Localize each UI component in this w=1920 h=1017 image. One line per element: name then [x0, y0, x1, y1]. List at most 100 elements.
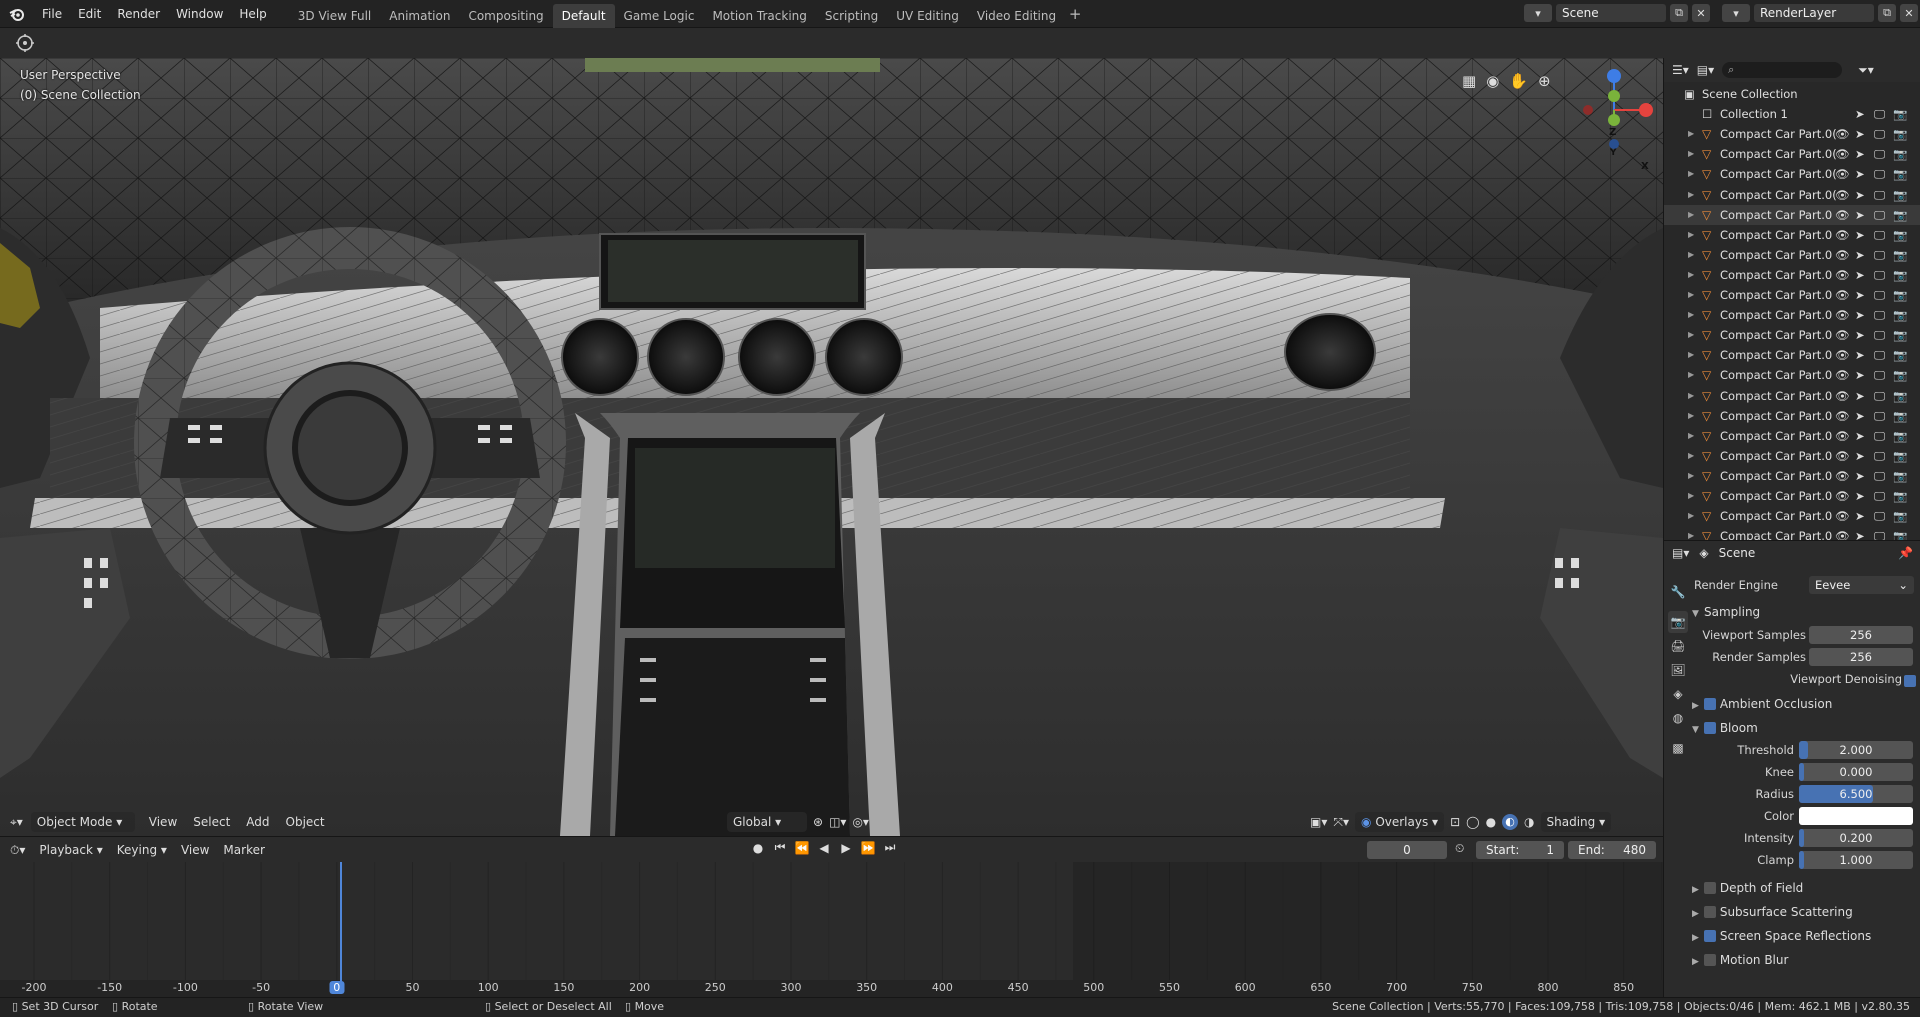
- outliner-item[interactable]: ▶ ▽ 👁 ➤ 🖵 📷 Compact Car Part.0: [1664, 406, 1920, 426]
- render-camera-icon[interactable]: 📷: [1893, 285, 1907, 305]
- render-camera-icon[interactable]: 📷: [1893, 526, 1907, 540]
- monitor-icon[interactable]: 🖵: [1874, 426, 1885, 446]
- prev-keyframe-icon[interactable]: ⏪: [792, 841, 812, 855]
- monitor-icon[interactable]: 🖵: [1874, 406, 1885, 426]
- monitor-icon[interactable]: 🖵: [1874, 225, 1885, 245]
- monitor-icon[interactable]: 🖵: [1874, 285, 1885, 305]
- menu-object[interactable]: Object: [286, 812, 325, 832]
- bloom-checkbox[interactable]: [1704, 721, 1716, 734]
- scene-name-field[interactable]: Scene: [1556, 4, 1666, 22]
- select-arrow-icon[interactable]: ➤: [1855, 185, 1865, 205]
- outliner-item[interactable]: ▶ ▽ 👁 ➤ 🖵 📷 Compact Car Part.0: [1664, 305, 1920, 325]
- rendered-shading-icon[interactable]: ◑: [1524, 815, 1534, 829]
- menu-help[interactable]: Help: [231, 0, 274, 28]
- monitor-icon[interactable]: 🖵: [1874, 164, 1885, 184]
- playhead-line[interactable]: [340, 862, 342, 982]
- play-reverse-icon[interactable]: ◀: [814, 841, 834, 855]
- snap-icon[interactable]: ◫▾: [829, 815, 846, 829]
- select-arrow-icon[interactable]: ➤: [1855, 265, 1865, 285]
- auto-keying-icon[interactable]: ⏲: [1455, 841, 1464, 856]
- outliner-item[interactable]: ▶ ▽ 👁 ➤ 🖵 📷 Compact Car Part.0: [1664, 204, 1920, 225]
- outliner-item[interactable]: ▶ ▽ 👁 ➤ 🖵 📷 Compact Car Part.0: [1664, 325, 1920, 345]
- render-engine-dropdown[interactable]: Eevee ⌄: [1809, 576, 1914, 594]
- select-arrow-icon[interactable]: ➤: [1855, 124, 1865, 144]
- outliner-item[interactable]: ▶ ▽ 👁 ➤ 🖵 📷 Compact Car Part.0: [1664, 486, 1920, 506]
- tab-video-editing[interactable]: Video Editing: [968, 4, 1065, 28]
- pan-hand-icon[interactable]: ✋: [1509, 72, 1528, 90]
- monitor-icon[interactable]: 🖵: [1874, 526, 1885, 540]
- tab-world[interactable]: ◍: [1668, 707, 1688, 729]
- monitor-icon[interactable]: 🖵: [1874, 386, 1885, 406]
- play-icon[interactable]: ▶: [836, 841, 856, 855]
- solid-shading-icon[interactable]: ●: [1486, 815, 1496, 829]
- outliner-item[interactable]: ▶ ▽ 👁 ➤ 🖵 📷 Compact Car Part.0: [1664, 526, 1920, 540]
- grid-icon[interactable]: ▦: [1462, 72, 1476, 90]
- radius-slider[interactable]: 6.500: [1799, 785, 1913, 803]
- tab-scripting[interactable]: Scripting: [816, 4, 887, 28]
- expand-arrow-icon[interactable]: ▶: [1688, 124, 1694, 144]
- menu-add[interactable]: Add: [246, 812, 269, 832]
- expand-arrow-icon[interactable]: ▶: [1688, 305, 1694, 325]
- record-icon[interactable]: ●: [748, 841, 768, 855]
- select-arrow-icon[interactable]: ➤: [1855, 446, 1865, 466]
- expand-arrow-icon[interactable]: ▶: [1688, 245, 1694, 265]
- render-camera-icon[interactable]: 📷: [1893, 466, 1907, 486]
- outliner-item[interactable]: ▶ ▽ 👁 ➤ 🖵 📷 Compact Car Part.0: [1664, 245, 1920, 265]
- select-arrow-icon[interactable]: ➤: [1855, 205, 1865, 225]
- outliner-editor-icon[interactable]: ☰▾: [1672, 63, 1689, 77]
- tab-default[interactable]: Default: [552, 3, 615, 28]
- outliner-item[interactable]: ▶ ▽ 👁 ➤ 🖵 📷 Compact Car Part.0: [1664, 285, 1920, 305]
- panel-checkbox[interactable]: [1704, 953, 1716, 966]
- gizmo-toggle-icon[interactable]: ⤧▾: [1333, 815, 1349, 830]
- visibility-icon[interactable]: ▣▾: [1310, 815, 1327, 829]
- monitor-icon[interactable]: 🖵: [1874, 506, 1885, 526]
- frame-ruler[interactable]: -200 -150 -100 -50 0 50 100 150 200 250 300 350 400 4…: [0, 980, 1663, 997]
- ambient-occlusion-checkbox[interactable]: [1704, 697, 1716, 710]
- jump-end-icon[interactable]: ⏭: [880, 840, 900, 855]
- zoom-icon[interactable]: ⊕: [1538, 72, 1551, 90]
- select-arrow-icon[interactable]: ➤: [1855, 526, 1865, 540]
- menu-file[interactable]: File: [34, 0, 70, 28]
- monitor-icon[interactable]: 🖵: [1874, 144, 1885, 164]
- expand-arrow-icon[interactable]: ▶: [1688, 205, 1694, 225]
- sampling-panel-header[interactable]: ▼ Sampling: [1692, 601, 1918, 623]
- monitor-icon[interactable]: 🖵: [1874, 466, 1885, 486]
- 3d-viewport[interactable]: Z X Y User Perspective (0) Scene Collect…: [0, 58, 1663, 836]
- expand-arrow-icon[interactable]: ▶: [1688, 265, 1694, 285]
- outliner-item[interactable]: ▶ ▽ 👁 ➤ 🖵 📷 Compact Car Part.0(: [1664, 185, 1920, 205]
- expand-arrow-icon[interactable]: ▶: [1688, 365, 1694, 385]
- viewport-denoising-checkbox[interactable]: [1904, 674, 1916, 687]
- transform-tool-icon[interactable]: [12, 33, 38, 53]
- view-layer-close-icon[interactable]: ✕: [1900, 4, 1918, 22]
- proportional-edit-icon[interactable]: ◎▾: [852, 815, 869, 829]
- menu-playback[interactable]: Playback ▾: [39, 840, 102, 860]
- select-arrow-icon[interactable]: ➤: [1855, 164, 1865, 184]
- monitor-icon[interactable]: 🖵: [1874, 345, 1885, 365]
- monitor-icon[interactable]: 🖵: [1874, 205, 1885, 225]
- monitor-icon[interactable]: 🖵: [1874, 245, 1885, 265]
- render-camera-icon[interactable]: 📷: [1893, 426, 1907, 446]
- expand-arrow-icon[interactable]: ▶: [1688, 446, 1694, 466]
- jump-start-icon[interactable]: ⏮: [770, 840, 790, 855]
- display-mode-icon[interactable]: ▤▾: [1697, 63, 1714, 77]
- expand-arrow-icon[interactable]: ▶: [1688, 144, 1694, 164]
- tab-view-layer[interactable]: 🖼: [1668, 659, 1688, 681]
- outliner-item[interactable]: ▶ ▽ 👁 ➤ 🖵 📷 Compact Car Part.0: [1664, 426, 1920, 446]
- material-shading-icon[interactable]: ◐: [1502, 814, 1519, 830]
- render-camera-icon[interactable]: 📷: [1893, 265, 1907, 285]
- outliner-item[interactable]: ▶ ▽ 👁 ➤ 🖵 📷 Compact Car Part.0(: [1664, 164, 1920, 184]
- view-layer-browse-icon[interactable]: ▾: [1722, 4, 1750, 22]
- menu-render[interactable]: Render: [109, 0, 168, 28]
- select-arrow-icon[interactable]: ➤: [1855, 386, 1865, 406]
- pin-icon[interactable]: 📌: [1898, 546, 1913, 560]
- expand-arrow-icon[interactable]: ▶: [1688, 406, 1694, 426]
- panel-header[interactable]: ▶ Subsurface Scattering: [1692, 901, 1918, 923]
- outliner-item[interactable]: ▶ ▽ 👁 ➤ 🖵 📷 Compact Car Part.0(: [1664, 124, 1920, 144]
- expand-arrow-icon[interactable]: ▶: [1688, 164, 1694, 184]
- xray-icon[interactable]: ⊡: [1450, 815, 1460, 829]
- monitor-icon[interactable]: 🖵: [1874, 185, 1885, 205]
- select-arrow-icon[interactable]: ➤: [1855, 305, 1865, 325]
- overlays-dropdown[interactable]: ◉ Overlays ▾: [1355, 812, 1445, 832]
- editor-type-icon[interactable]: ⌖▾: [10, 815, 23, 830]
- select-arrow-icon[interactable]: ➤: [1855, 426, 1865, 446]
